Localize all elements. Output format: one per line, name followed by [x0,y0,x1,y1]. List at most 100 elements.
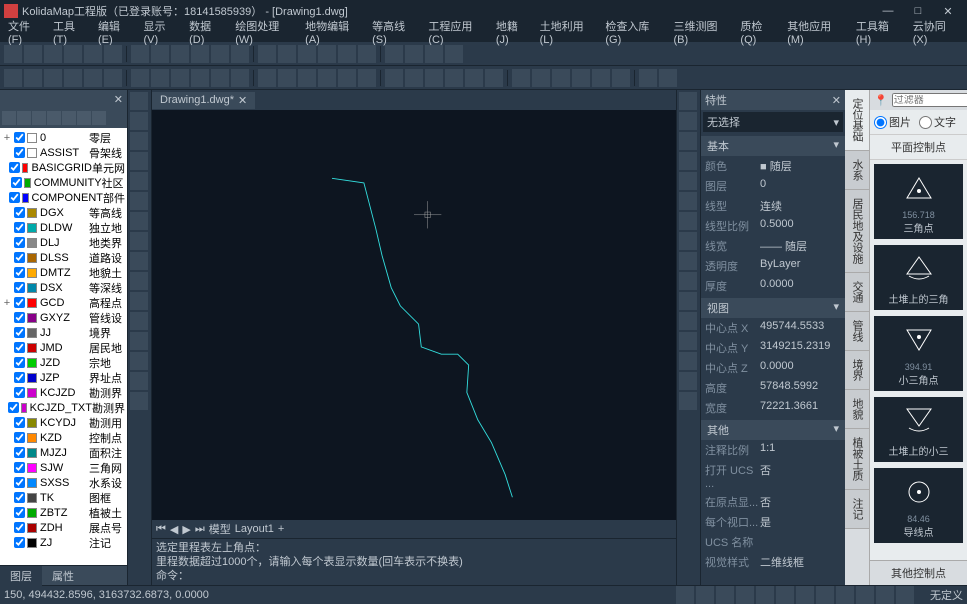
toolbar-button-icon[interactable] [405,45,423,63]
layer-row[interactable]: KZD控制点 [2,430,125,445]
nav-prev-icon[interactable]: ◀ [170,523,178,536]
toolbar-button-icon[interactable] [211,45,229,63]
category-tab[interactable]: 居民地及设施 [845,190,869,273]
layer-visible-checkbox[interactable] [14,447,25,458]
menu-item[interactable]: 检查入库(G) [601,16,667,48]
vtool-button-icon[interactable] [130,332,148,350]
toolbar-button-icon[interactable] [298,45,316,63]
vtool-button-icon[interactable] [679,192,697,210]
toolbar-button-icon[interactable] [592,69,610,87]
toolbar-button-icon[interactable] [445,45,463,63]
layer-color-icon[interactable] [27,298,37,308]
vtool-button-icon[interactable] [679,132,697,150]
layer-visible-checkbox[interactable] [14,507,25,518]
toolbar-button-icon[interactable] [231,69,249,87]
category-tab[interactable]: 地貌 [845,390,869,429]
toolbar-button-icon[interactable] [572,69,590,87]
pin-icon[interactable]: 📍 [874,94,888,107]
toolbar-button-icon[interactable] [84,45,102,63]
menu-item[interactable]: 其他应用(M) [783,16,850,48]
layer-row[interactable]: MJZJ面积注 [2,445,125,460]
menu-item[interactable]: 绘图处理(W) [231,16,299,48]
layer-row[interactable]: COMPONENT部件 [2,190,125,205]
properties-selector[interactable]: 无选择 ▾ [703,112,843,132]
vtool-button-icon[interactable] [679,292,697,310]
layer-color-icon[interactable] [27,508,37,518]
toolbar-button-icon[interactable] [465,69,483,87]
layer-visible-checkbox[interactable] [14,312,25,323]
layer-color-icon[interactable] [27,418,37,428]
vtool-button-icon[interactable] [130,92,148,110]
menu-item[interactable]: 质检(Q) [736,16,781,48]
tab-layers[interactable]: 图层 [0,566,42,586]
vtool-button-icon[interactable] [130,352,148,370]
category-tab[interactable]: 境界 [845,351,869,390]
radio-image[interactable]: 图片 [874,114,911,130]
prop-row[interactable]: 中心点 Z0.0000 [701,358,845,378]
layer-color-icon[interactable] [24,178,31,188]
layer-color-icon[interactable] [21,403,26,413]
layer-visible-checkbox[interactable] [14,147,25,158]
layer-row[interactable]: JZP界址点 [2,370,125,385]
radio-text[interactable]: 文字 [919,114,956,130]
layer-color-icon[interactable] [27,388,37,398]
prop-row[interactable]: 颜色■ 随层 [701,156,845,176]
layer-visible-checkbox[interactable] [11,177,22,188]
layer-color-icon[interactable] [27,493,37,503]
layer-row[interactable]: ZDH展点号 [2,520,125,535]
vtool-button-icon[interactable] [679,312,697,330]
vtool-button-icon[interactable] [130,272,148,290]
symbol-item[interactable]: 土堆上的三角 [874,245,963,310]
layer-panel-close[interactable]: ✕ [0,90,127,108]
layer-tool-icon[interactable] [92,111,106,125]
layer-color-icon[interactable] [27,208,37,218]
document-tab[interactable]: Drawing1.dwg* ✕ [152,92,255,109]
category-tab[interactable]: 管线 [845,312,869,351]
layer-color-icon[interactable] [27,373,37,383]
layer-row[interactable]: DGX等高线 [2,205,125,220]
toolbar-button-icon[interactable] [318,69,336,87]
toolbar-button-icon[interactable] [659,69,677,87]
symbol-item[interactable]: 84.46导线点 [874,468,963,543]
toolbar-button-icon[interactable] [171,45,189,63]
toolbar-button-icon[interactable] [485,69,503,87]
toolbar-button-icon[interactable] [358,45,376,63]
toolbar-button-icon[interactable] [385,69,403,87]
layer-color-icon[interactable] [27,283,37,293]
vtool-button-icon[interactable] [679,172,697,190]
layer-color-icon[interactable] [27,253,37,263]
layer-row[interactable]: DLJ地类界 [2,235,125,250]
symbol-item[interactable]: 156.718三角点 [874,164,963,239]
layer-color-icon[interactable] [27,433,37,443]
layer-visible-checkbox[interactable] [14,387,25,398]
toolbar-button-icon[interactable] [612,69,630,87]
vtool-button-icon[interactable] [679,212,697,230]
layer-visible-checkbox[interactable] [14,477,25,488]
drawing-canvas[interactable] [152,110,676,520]
layer-row[interactable]: DLDW独立地 [2,220,125,235]
layer-row[interactable]: ASSIST骨架线 [2,145,125,160]
toolbar-button-icon[interactable] [4,45,22,63]
expand-icon[interactable]: + [2,132,12,144]
vtool-button-icon[interactable] [679,92,697,110]
layer-visible-checkbox[interactable] [14,357,25,368]
prop-row[interactable]: 图层0 [701,176,845,196]
layer-visible-checkbox[interactable] [8,402,19,413]
cmd-prompt[interactable]: 命令： [156,569,672,583]
symbol-more-button[interactable]: 其他控制点 [870,560,967,585]
toolbar-button-icon[interactable] [4,69,22,87]
toolbar-button-icon[interactable] [191,45,209,63]
vtool-button-icon[interactable] [130,132,148,150]
layer-row[interactable]: JJ境界 [2,325,125,340]
nav-last-icon[interactable]: ⏭ [195,523,205,536]
prop-row[interactable]: 高度57848.5992 [701,378,845,398]
layer-visible-checkbox[interactable] [14,462,25,473]
vtool-button-icon[interactable] [130,112,148,130]
toolbar-button-icon[interactable] [338,45,356,63]
layer-row[interactable]: KCJZD_TXT勘测界 [2,400,125,415]
nav-first-icon[interactable]: ⏮ [156,523,166,536]
layer-visible-checkbox[interactable] [14,417,25,428]
menu-item[interactable]: 数据(D) [185,16,229,48]
layer-row[interactable]: +GCD高程点 [2,295,125,310]
toolbar-button-icon[interactable] [338,69,356,87]
